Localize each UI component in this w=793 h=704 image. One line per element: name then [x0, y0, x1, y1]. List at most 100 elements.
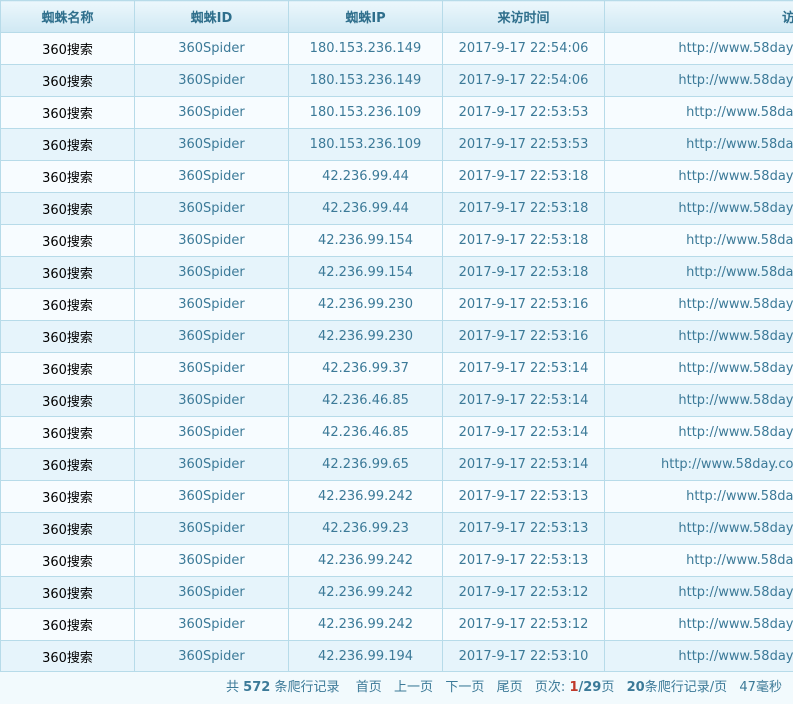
visited-url-link[interactable]: http://www.58day	[678, 41, 793, 56]
prev-page-link[interactable]: 上一页	[394, 680, 433, 695]
cell-spider-id: 360Spider	[134, 608, 289, 641]
cell-visited-url: http://www.58day	[604, 192, 793, 225]
visited-url-link[interactable]: http://www.58da	[686, 105, 793, 120]
table-header-row: 蜘蛛名称 蜘蛛ID 蜘蛛IP 来访时间 访	[0, 0, 793, 33]
cell-spider-name: 360搜索	[0, 160, 135, 193]
cell-visited-url: http://www.58da	[604, 256, 793, 289]
visited-url-link[interactable]: http://www.58da	[686, 553, 793, 568]
visited-url-link[interactable]: http://www.58day	[678, 521, 793, 536]
table-row: 360搜索 360Spider 42.236.99.230 2017-9-17 …	[0, 288, 793, 321]
visited-url-link[interactable]: http://www.58da	[686, 489, 793, 504]
cell-visit-time: 2017-9-17 22:53:13	[442, 480, 605, 513]
cell-visit-time: 2017-9-17 22:53:14	[442, 448, 605, 481]
cell-spider-ip: 42.236.46.85	[288, 416, 443, 449]
cell-visit-time: 2017-9-17 22:53:18	[442, 160, 605, 193]
cell-spider-ip: 42.236.99.65	[288, 448, 443, 481]
cell-spider-name: 360搜索	[0, 384, 135, 417]
cell-spider-id: 360Spider	[134, 352, 289, 385]
cell-spider-id: 360Spider	[134, 64, 289, 97]
table-row: 360搜索 360Spider 42.236.99.242 2017-9-17 …	[0, 608, 793, 641]
cell-visit-time: 2017-9-17 22:53:14	[442, 384, 605, 417]
visited-url-link[interactable]: http://www.58day	[678, 201, 793, 216]
cell-spider-name: 360搜索	[0, 576, 135, 609]
table-row: 360搜索 360Spider 42.236.99.242 2017-9-17 …	[0, 480, 793, 513]
col-header-visited-url[interactable]: 访	[604, 0, 793, 33]
cell-visited-url: http://www.58day	[604, 576, 793, 609]
cell-visited-url: http://www.58da	[604, 544, 793, 577]
table-row: 360搜索 360Spider 42.236.46.85 2017-9-17 2…	[0, 384, 793, 417]
cell-spider-ip: 42.236.99.44	[288, 192, 443, 225]
col-header-spider-ip[interactable]: 蜘蛛IP	[288, 0, 443, 33]
table-body: 360搜索 360Spider 180.153.236.149 2017-9-1…	[0, 32, 793, 673]
table-row: 360搜索 360Spider 42.236.99.242 2017-9-17 …	[0, 544, 793, 577]
visited-url-link[interactable]: http://www.58day	[678, 585, 793, 600]
cell-visited-url: http://www.58day	[604, 416, 793, 449]
pagination-content: 共 572 条爬行记录 首页 上一页 下一页 尾页 页次: 1/29页 20条爬…	[226, 672, 782, 703]
visited-url-link[interactable]: http://www.58day	[678, 297, 793, 312]
visited-url-link[interactable]: http://www.58day	[678, 393, 793, 408]
per-page-count: 20	[626, 680, 645, 695]
cell-visit-time: 2017-9-17 22:53:12	[442, 608, 605, 641]
visited-url-link[interactable]: http://www.58day	[678, 73, 793, 88]
visited-url-link[interactable]: http://www.58day	[678, 329, 793, 344]
cell-spider-ip: 42.236.99.242	[288, 608, 443, 641]
cell-visit-time: 2017-9-17 22:53:16	[442, 320, 605, 353]
cell-spider-ip: 42.236.99.44	[288, 160, 443, 193]
cell-visit-time: 2017-9-17 22:53:13	[442, 544, 605, 577]
cell-visited-url: http://www.58da	[604, 96, 793, 129]
cell-spider-id: 360Spider	[134, 480, 289, 513]
table-row: 360搜索 360Spider 42.236.99.37 2017-9-17 2…	[0, 352, 793, 385]
table-row: 360搜索 360Spider 42.236.99.154 2017-9-17 …	[0, 256, 793, 289]
table-row: 360搜索 360Spider 42.236.46.85 2017-9-17 2…	[0, 416, 793, 449]
cell-visit-time: 2017-9-17 22:53:10	[442, 640, 605, 673]
cell-spider-ip: 42.236.99.37	[288, 352, 443, 385]
cell-spider-ip: 42.236.46.85	[288, 384, 443, 417]
total-suffix: 条爬行记录	[274, 680, 340, 695]
cell-spider-name: 360搜索	[0, 544, 135, 577]
col-header-spider-id[interactable]: 蜘蛛ID	[134, 0, 289, 33]
cell-spider-name: 360搜索	[0, 640, 135, 673]
first-page-link[interactable]: 首页	[356, 680, 382, 695]
cell-visited-url: http://www.58day	[604, 320, 793, 353]
current-page: 1	[569, 680, 579, 695]
next-page-link[interactable]: 下一页	[445, 680, 484, 695]
cell-visit-time: 2017-9-17 22:53:53	[442, 96, 605, 129]
cell-spider-ip: 42.236.99.242	[288, 544, 443, 577]
cell-spider-id: 360Spider	[134, 544, 289, 577]
col-header-spider-name[interactable]: 蜘蛛名称	[0, 0, 135, 33]
cell-visited-url: http://www.58day	[604, 160, 793, 193]
page-label: 页次:	[534, 680, 566, 695]
cell-visited-url: http://www.58day	[604, 32, 793, 65]
cell-visit-time: 2017-9-17 22:54:06	[442, 64, 605, 97]
visited-url-link[interactable]: http://www.58day	[678, 169, 793, 184]
cell-spider-ip: 42.236.99.194	[288, 640, 443, 673]
visited-url-link[interactable]: http://www.58day	[678, 649, 793, 664]
cell-spider-name: 360搜索	[0, 416, 135, 449]
col-header-visit-time[interactable]: 来访时间	[442, 0, 605, 33]
last-page-link[interactable]: 尾页	[497, 680, 523, 695]
cell-visited-url: http://www.58da	[604, 480, 793, 513]
visited-url-link[interactable]: http://www.58day	[678, 361, 793, 376]
cell-visit-time: 2017-9-17 22:53:13	[442, 512, 605, 545]
cell-spider-ip: 42.236.99.242	[288, 576, 443, 609]
cell-visit-time: 2017-9-17 22:53:53	[442, 128, 605, 161]
visited-url-link[interactable]: http://www.58day	[678, 617, 793, 632]
cell-visited-url: http://www.58day	[604, 384, 793, 417]
table-row: 360搜索 360Spider 42.236.99.44 2017-9-17 2…	[0, 192, 793, 225]
visited-url-link[interactable]: http://www.58day.co	[661, 457, 793, 472]
table-row: 360搜索 360Spider 42.236.99.44 2017-9-17 2…	[0, 160, 793, 193]
cell-spider-ip: 180.153.236.149	[288, 64, 443, 97]
cell-spider-id: 360Spider	[134, 320, 289, 353]
cell-spider-name: 360搜索	[0, 608, 135, 641]
visited-url-link[interactable]: http://www.58day	[678, 425, 793, 440]
cell-spider-name: 360搜索	[0, 256, 135, 289]
total-count: 572	[243, 680, 271, 695]
visited-url-link[interactable]: http://www.58da	[686, 137, 793, 152]
cell-spider-id: 360Spider	[134, 416, 289, 449]
cell-visited-url: http://www.58day.co	[604, 448, 793, 481]
per-page-suffix: 条爬行记录/页	[644, 680, 728, 695]
visited-url-link[interactable]: http://www.58da	[686, 233, 793, 248]
table-row: 360搜索 360Spider 180.153.236.149 2017-9-1…	[0, 32, 793, 65]
cell-visited-url: http://www.58day	[604, 608, 793, 641]
visited-url-link[interactable]: http://www.58da	[686, 265, 793, 280]
